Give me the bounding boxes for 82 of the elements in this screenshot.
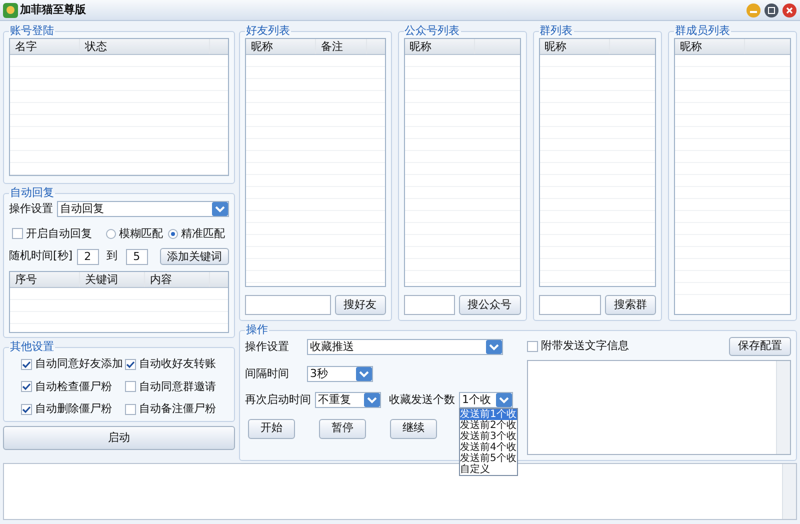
checkbox[interactable] [125,358,136,370]
column-header[interactable]: 内容 [145,272,210,287]
checkbox-label: 开启自动回复 [26,226,92,242]
dropdown-option[interactable]: 发送前5个收 [460,453,518,464]
panel-title: 群列表 [538,24,574,38]
scrollbar[interactable] [782,464,796,519]
chevron-down-icon [212,202,228,216]
input-field[interactable]: 5 [126,248,148,264]
dropdown-field[interactable]: 不重复 [315,392,381,408]
field-label: 操作设置 [9,201,53,217]
check-icon [22,404,31,414]
radio-button[interactable] [168,228,178,239]
search-field[interactable] [404,295,455,315]
checkbox[interactable] [12,228,23,240]
start-button[interactable]: 启动 [3,426,235,450]
panel-title: 好友列表 [245,24,291,38]
panel-title: 操作 [245,323,269,337]
checkbox-label: 自动收好友转账 [139,356,216,372]
field-label: 随机时间[秒] [9,248,73,264]
dropdown-field[interactable]: 1个收 [459,392,513,408]
checkbox-label: 自动同意群邀请 [139,378,216,394]
action-button[interactable]: 继续 [390,418,437,438]
action-button[interactable]: 搜公众号 [458,295,521,315]
radio-button[interactable] [106,228,116,239]
checkbox[interactable] [21,358,32,370]
checkbox[interactable] [125,381,136,392]
restore-icon[interactable] [764,2,779,18]
action-button[interactable]: 搜索群 [604,295,656,315]
checkbox[interactable] [21,381,32,392]
dropdown-field[interactable]: 收藏推送 [307,339,503,356]
field-label: 操作设置 [245,339,290,355]
dropdown-option[interactable]: 发送前4个收 [460,442,518,454]
field-label: 再次启动时间 [245,392,312,408]
check-icon [126,360,135,369]
checkbox[interactable] [21,404,32,415]
chevron-down-icon [364,393,380,408]
panel-title: 账号登陆 [9,24,55,38]
dropdown-option[interactable]: 发送前1个收 [460,409,518,420]
checkbox-label: 自动备注僵尸粉 [139,401,216,417]
radio-label: 模糊匹配 [119,226,163,242]
radio-label: 精准匹配 [181,226,225,242]
scrollbar[interactable] [776,361,790,454]
search-field[interactable] [538,295,601,315]
app-logo-icon [3,2,18,18]
checkbox-label: 自动检查僵尸粉 [35,378,112,394]
chevron-down-icon [486,340,502,354]
column-header[interactable]: 昵称 [246,39,316,54]
panel-title: 群成员列表 [674,24,731,38]
column-header[interactable]: 序号 [10,272,80,287]
action-button[interactable]: 添加关键词 [160,248,229,265]
column-header[interactable]: 名字 [10,39,80,54]
checkbox[interactable] [527,341,538,352]
panel-title: 公众号列表 [404,24,461,38]
check-icon [22,382,31,392]
panel-title: 其他设置 [9,340,55,354]
text-area[interactable] [527,360,791,455]
checkbox[interactable] [125,404,136,415]
chevron-down-icon [356,366,372,381]
close-icon[interactable] [782,2,797,18]
dropdown-field[interactable]: 3秒 [307,366,373,382]
checkbox-label: 自动删除僵尸粉 [35,401,112,417]
action-button[interactable]: 搜好友 [334,295,386,315]
field-label: 收藏发送个数 [389,392,455,408]
dropdown-option[interactable]: 自定义 [460,464,518,476]
window-title: 加菲猫至尊版 [20,2,86,18]
action-button[interactable]: 保存配置 [729,337,791,356]
action-button[interactable]: 暂停 [319,418,366,438]
dropdown-option[interactable]: 发送前2个收 [460,420,518,432]
checkbox-label: 附带发送文字信息 [541,338,629,354]
dropdown-field[interactable]: 自动回复 [57,201,229,218]
column-header[interactable]: 关键词 [80,272,145,287]
panel-title: 自动回复 [9,186,55,200]
action-button[interactable]: 开始 [248,418,295,438]
search-field[interactable] [245,295,331,315]
field-label: 到 [106,248,118,264]
input-field[interactable]: 2 [76,248,99,264]
column-header[interactable]: 状态 [80,39,210,54]
column-header[interactable]: 备注 [316,39,367,54]
check-icon [22,360,31,369]
field-label: 间隔时间 [245,366,290,382]
checkbox-label: 自动同意好友添加 [35,356,123,372]
dropdown-option[interactable]: 发送前3个收 [460,431,518,442]
